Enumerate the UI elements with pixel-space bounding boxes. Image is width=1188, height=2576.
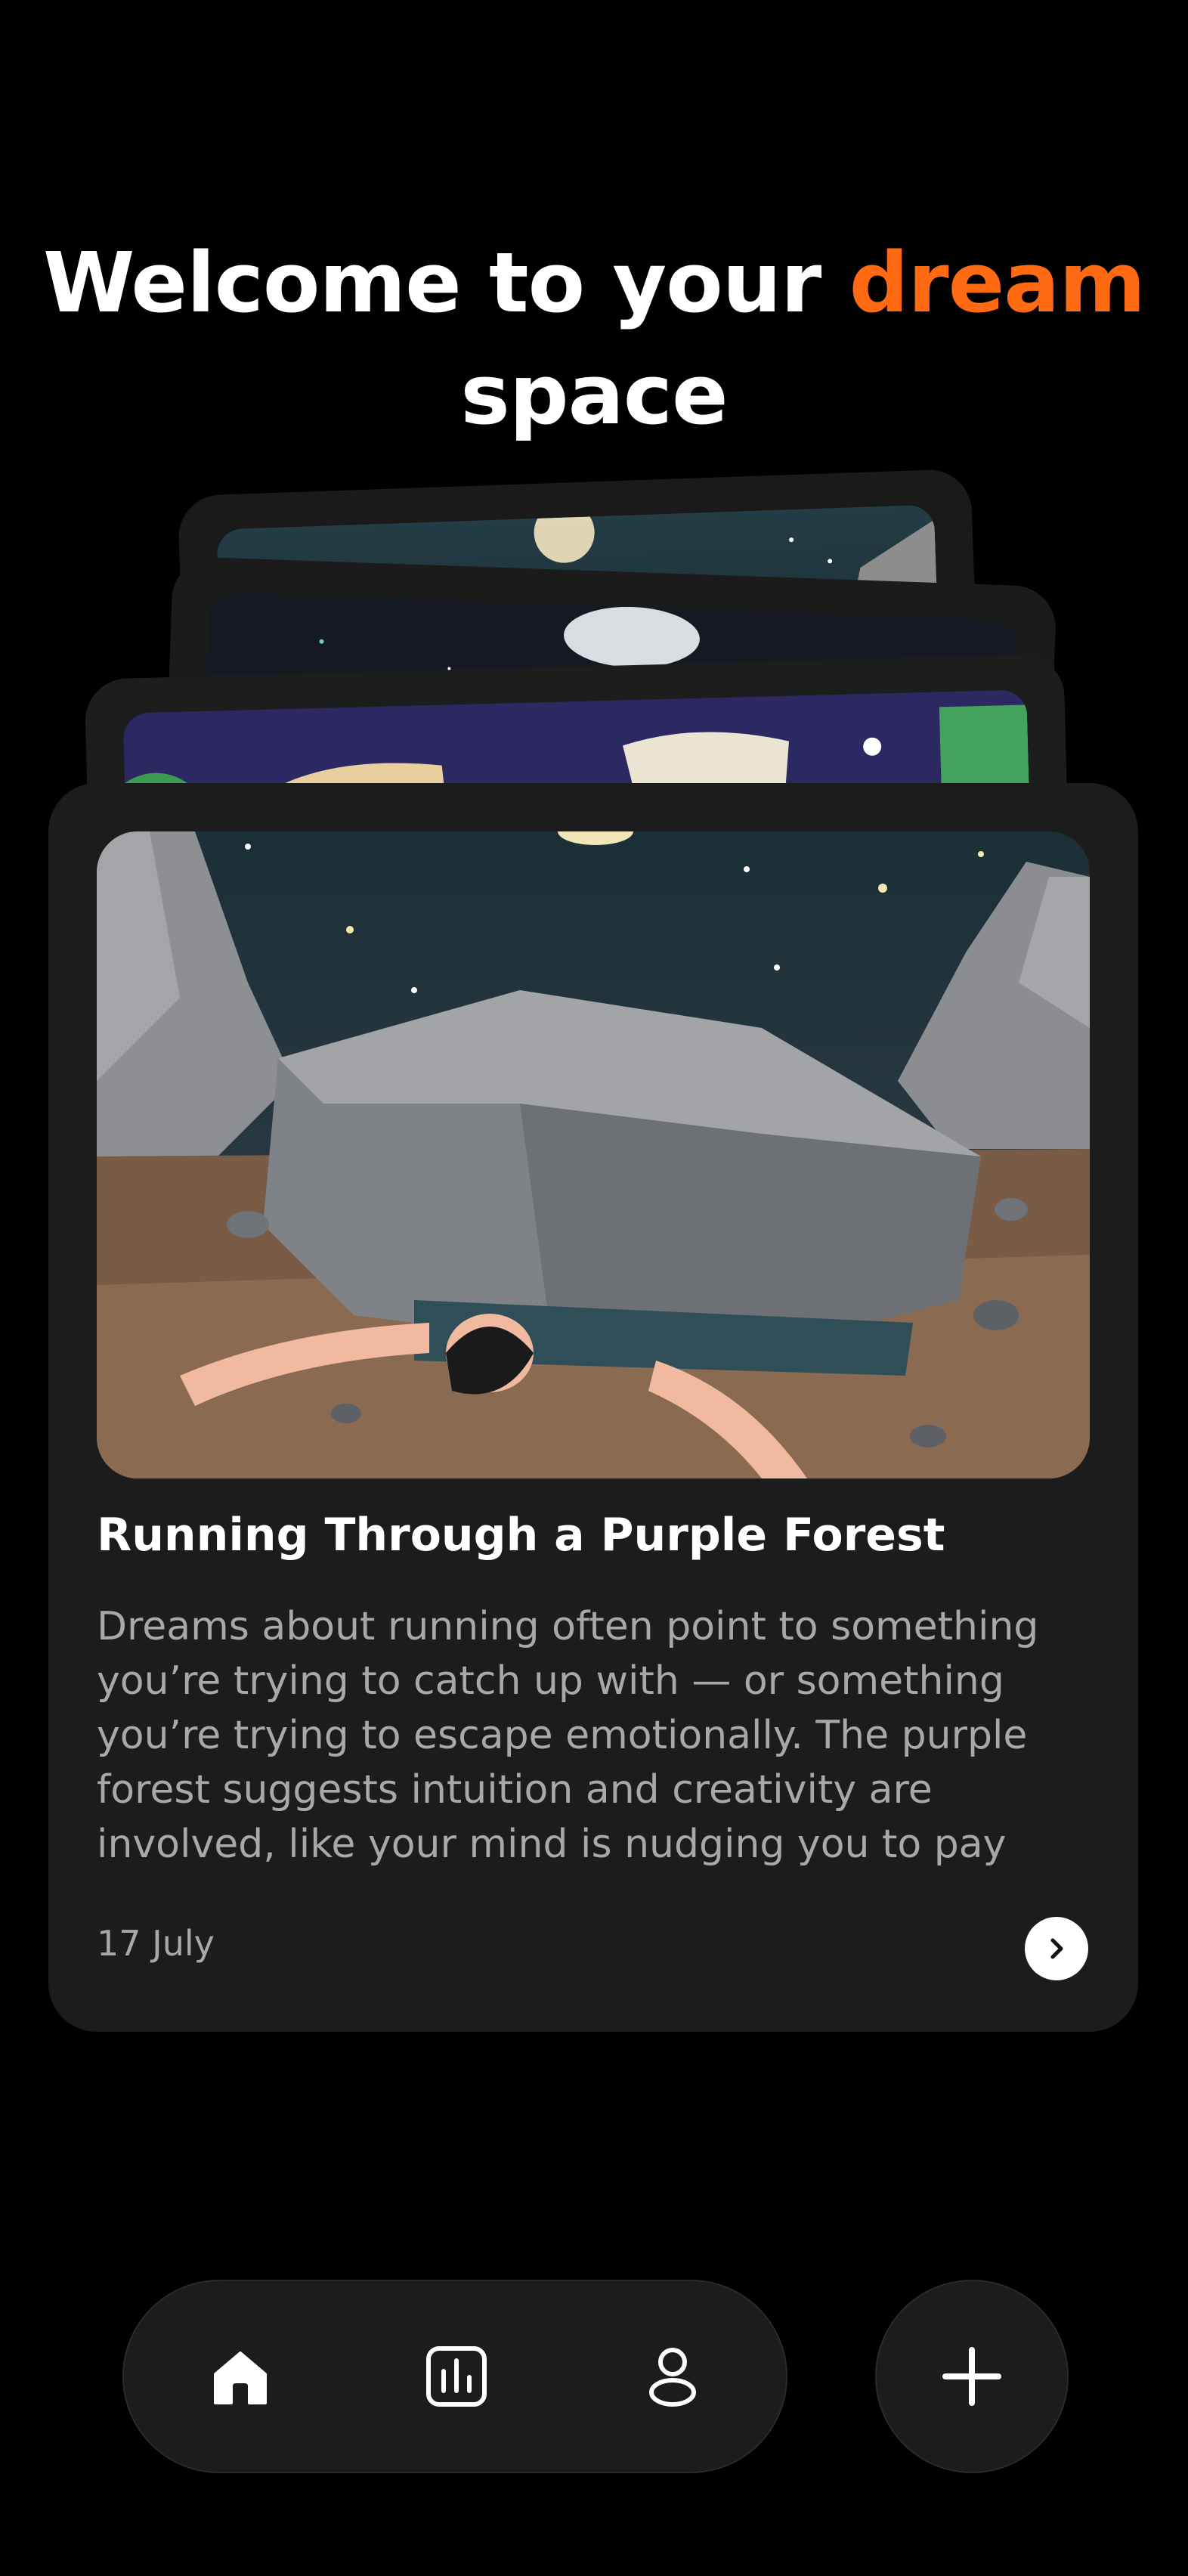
nav-home[interactable] (198, 2334, 283, 2419)
stats-icon (426, 2346, 487, 2407)
plus-icon (942, 2347, 1001, 2406)
home-icon (214, 2352, 267, 2404)
open-dream-button[interactable] (1025, 1917, 1088, 1980)
nav-stats[interactable] (414, 2334, 499, 2419)
profile-icon (649, 2348, 696, 2407)
featured-dream-card[interactable]: Running Through a Purple Forest Dreams a… (48, 783, 1138, 2032)
dream-summary: Dreams about running often point to some… (97, 1604, 1039, 1867)
page-title: Welcome to your dream space (0, 227, 1188, 450)
dream-title: Running Through a Purple Forest (97, 1509, 945, 1562)
bottom-nav (122, 2280, 787, 2473)
add-dream-button[interactable] (875, 2280, 1069, 2473)
dream-date: 17 July (97, 1923, 215, 1964)
nav-profile[interactable] (630, 2334, 715, 2419)
title-accent: dream (849, 234, 1146, 331)
title-part2: space (460, 346, 728, 443)
chevron-right-icon (1050, 1938, 1063, 1959)
dream-illustration (97, 831, 1090, 1478)
title-part1: Welcome to your (42, 234, 849, 331)
